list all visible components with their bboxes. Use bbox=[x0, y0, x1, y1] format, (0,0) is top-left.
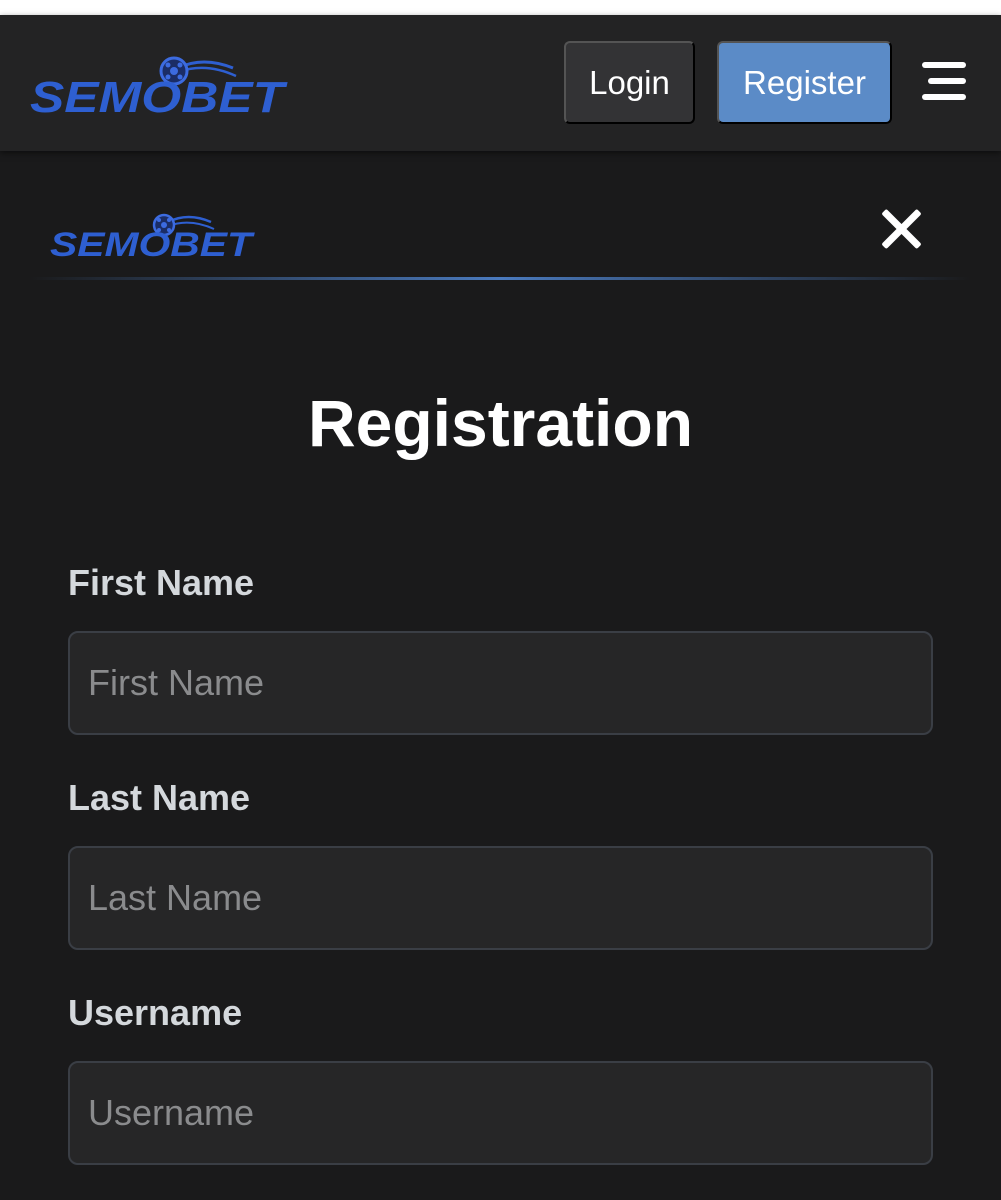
top-strip bbox=[0, 0, 1001, 15]
username-input[interactable] bbox=[68, 1061, 933, 1165]
close-icon[interactable] bbox=[880, 208, 922, 250]
first-name-label: First Name bbox=[68, 562, 255, 603]
hamburger-icon[interactable] bbox=[920, 62, 966, 104]
login-button[interactable]: Login bbox=[564, 41, 695, 124]
last-name-label: Last Name bbox=[68, 777, 251, 818]
page-title: Registration bbox=[307, 386, 694, 460]
last-name-input[interactable] bbox=[68, 846, 933, 950]
first-name-input[interactable] bbox=[68, 631, 933, 735]
modal-logo: SEMOBET bbox=[50, 213, 256, 262]
logo-text: SEMOBET bbox=[30, 73, 288, 118]
username-label: Username bbox=[68, 992, 243, 1033]
register-button[interactable]: Register bbox=[717, 41, 892, 124]
logo-text: SEMOBET bbox=[50, 226, 256, 262]
modal-divider bbox=[30, 277, 970, 280]
semobet-logo[interactable]: SEMOBET bbox=[28, 38, 288, 118]
